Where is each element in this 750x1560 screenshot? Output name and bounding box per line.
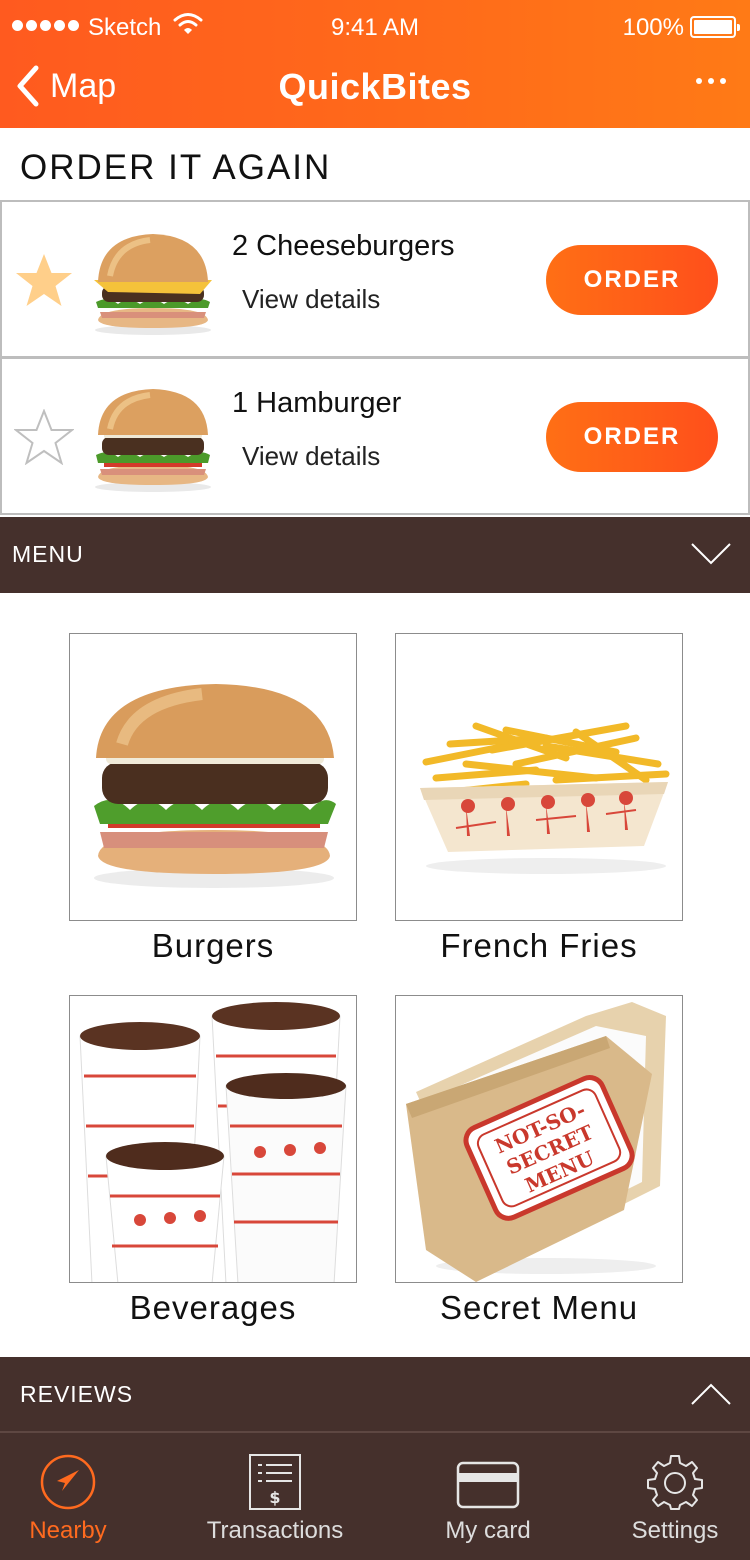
app-header: Sketch 9:41 AM 100% Map QuickBites — [0, 0, 750, 128]
order-button[interactable]: ORDER — [546, 402, 718, 472]
tab-transactions[interactable]: $ Transactions — [190, 1433, 360, 1560]
favorite-star-outline-icon[interactable] — [14, 409, 74, 465]
gear-icon — [647, 1455, 703, 1510]
order-again-title: ORDER IT AGAIN — [20, 148, 332, 187]
menu-category-label: Beverages — [129, 1289, 297, 1326]
card-icon — [456, 1461, 520, 1509]
more-icon-dot — [708, 78, 714, 84]
status-bar: Sketch 9:41 AM 100% — [0, 0, 750, 56]
tab-label: Settings — [631, 1517, 719, 1544]
tab-label: Nearby — [29, 1517, 107, 1544]
menu-category-label: Burgers — [151, 927, 275, 964]
battery-icon — [690, 16, 740, 38]
menu-section-header[interactable]: MENU — [0, 517, 750, 593]
menu-category-label: Secret Menu — [439, 1289, 639, 1326]
tab-nearby[interactable]: Nearby — [0, 1433, 136, 1560]
tab-bar: Nearby $ Transactions My card Settings — [0, 1431, 750, 1560]
secret-menu-image[interactable]: NOT-SO- SECRET MENU — [395, 995, 683, 1283]
chevron-up-icon — [691, 1383, 731, 1405]
chevron-down-icon — [691, 543, 731, 565]
view-details-link[interactable]: View details — [242, 441, 380, 472]
tab-my-card[interactable]: My card — [420, 1433, 556, 1560]
app-title: QuickBites — [278, 66, 472, 107]
menu-section-title: MENU — [12, 541, 84, 567]
location-arrow-icon — [40, 1454, 96, 1510]
order-again-row: 1 Hamburger View details ORDER — [0, 357, 750, 515]
receipt-icon: $ — [249, 1454, 301, 1510]
menu-category-secret-menu[interactable]: NOT-SO- SECRET MENU Secret Menu — [395, 995, 683, 1327]
reviews-section-title: REVIEWS — [20, 1381, 134, 1407]
more-icon-dot — [696, 78, 702, 84]
secret-menu-folder-illustration: NOT-SO- SECRET MENU — [406, 1002, 666, 1282]
reviews-section-header[interactable]: REVIEWS — [0, 1357, 750, 1431]
hamburger-thumbnail — [95, 389, 211, 492]
order-again-row: 2 Cheeseburgers View details ORDER — [0, 200, 750, 358]
french-fries-image[interactable] — [395, 633, 683, 921]
menu-category-label: French Fries — [440, 927, 638, 964]
more-icon-dot — [720, 78, 726, 84]
beverages-image[interactable] — [69, 995, 357, 1283]
svg-text:$: $ — [269, 1488, 280, 1507]
order-item-name: 1 Hamburger — [232, 387, 402, 419]
burger-illustration — [94, 684, 336, 888]
menu-category-burgers[interactable]: Burgers — [69, 633, 357, 965]
menu-category-french-fries[interactable]: French Fries — [395, 633, 683, 965]
nav-bar: Map QuickBites — [0, 56, 750, 128]
burgers-image[interactable] — [69, 633, 357, 921]
cheeseburger-thumbnail — [94, 234, 212, 335]
order-item-name: 2 Cheeseburgers — [232, 230, 455, 262]
order-button[interactable]: ORDER — [546, 245, 718, 315]
drinks-illustration — [79, 1002, 347, 1282]
view-details-link[interactable]: View details — [242, 284, 380, 315]
tab-label: My card — [445, 1517, 531, 1544]
fries-illustration — [420, 722, 670, 874]
tab-settings[interactable]: Settings — [610, 1433, 740, 1560]
battery-percent: 100% — [622, 14, 684, 41]
favorite-star-filled-icon[interactable] — [14, 252, 74, 308]
menu-category-beverages[interactable]: Beverages — [69, 995, 357, 1327]
tab-label: Transactions — [206, 1517, 344, 1544]
more-options-button[interactable] — [696, 78, 726, 84]
